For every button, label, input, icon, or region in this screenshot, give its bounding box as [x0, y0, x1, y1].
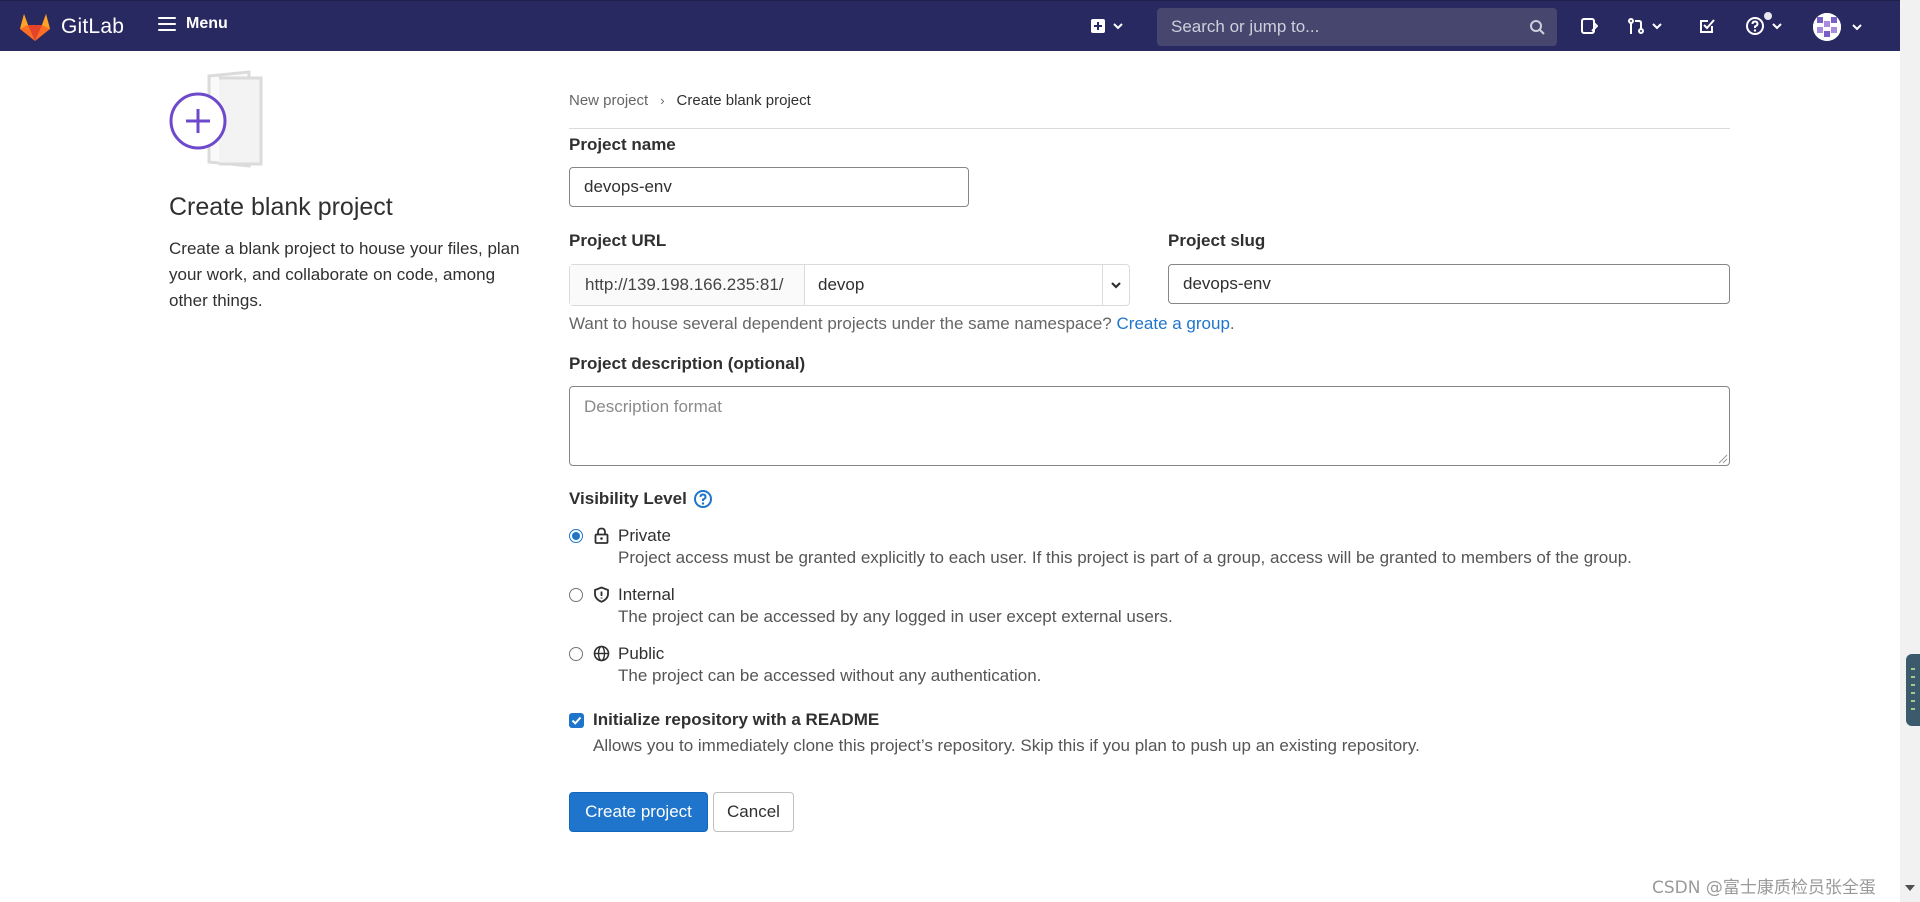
readme-checkbox[interactable]: [569, 713, 584, 728]
notification-dot: [1764, 12, 1772, 20]
private-description: Project access must be granted explicitl…: [618, 548, 1632, 567]
todos-button[interactable]: [1698, 15, 1716, 37]
issues-button[interactable]: [1580, 15, 1598, 37]
readme-title: Initialize repository with a README: [593, 710, 880, 729]
question-circle-icon[interactable]: [693, 489, 713, 509]
chevron-down-icon: [1852, 24, 1862, 31]
merge-requests-button[interactable]: [1627, 15, 1663, 37]
blank-project-illustration: [169, 70, 263, 168]
scroll-down-arrow-icon[interactable]: [1905, 885, 1915, 891]
help-prefix: Want to house several dependent projects…: [569, 314, 1112, 333]
menu-button[interactable]: Menu: [158, 15, 228, 33]
project-name-label: Project name: [569, 135, 676, 154]
internal-title: Internal: [618, 585, 675, 604]
shield-icon: [594, 586, 609, 603]
create-project-button[interactable]: Create project: [569, 792, 708, 832]
readme-description: Allows you to immediately clone this pro…: [593, 736, 1420, 755]
breadcrumb-current: Create blank project: [676, 92, 811, 109]
private-radio[interactable]: [569, 529, 583, 543]
page-title: Create blank project: [169, 193, 393, 221]
issues-icon: [1581, 18, 1598, 34]
page-description: Create a blank project to house your fil…: [169, 239, 520, 310]
initialize-readme-option[interactable]: Initialize repository with a README Allo…: [569, 710, 1420, 756]
hamburger-icon: [158, 17, 176, 31]
visibility-option-public[interactable]: Public The project can be accessed witho…: [569, 644, 1041, 686]
public-description: The project can be accessed without any …: [618, 666, 1042, 685]
menu-label: Menu: [186, 15, 228, 32]
gitlab-logo[interactable]: [18, 10, 52, 42]
user-menu-button[interactable]: [1813, 13, 1863, 41]
internal-description: The project can be accessed by any logge…: [618, 607, 1173, 626]
project-slug-input[interactable]: [1168, 264, 1730, 304]
resize-grip-icon[interactable]: [1718, 454, 1728, 464]
new-dropdown-button[interactable]: [1090, 15, 1124, 37]
private-title: Private: [618, 526, 671, 545]
breadcrumb-new-project[interactable]: New project: [569, 92, 648, 109]
breadcrumb: New project › Create blank project: [569, 92, 811, 109]
chevron-down-icon: [1652, 23, 1662, 30]
todo-check-icon: [1700, 19, 1715, 33]
checkmark-icon: [571, 716, 582, 725]
globe-icon: [593, 645, 610, 662]
project-url-group: http://139.198.166.235:81/ devop: [569, 264, 1130, 306]
namespace-help-text: Want to house several dependent projects…: [569, 314, 1235, 334]
project-description-textarea[interactable]: [569, 386, 1730, 466]
internal-radio[interactable]: [569, 588, 583, 602]
plus-square-icon: [1091, 19, 1105, 33]
namespace-select[interactable]: devop: [805, 265, 1103, 305]
url-prefix: http://139.198.166.235:81/: [570, 265, 805, 305]
project-description-label: Project description (optional): [569, 354, 806, 373]
chevron-down-icon: [1111, 282, 1121, 289]
namespace-dropdown-toggle[interactable]: [1103, 265, 1129, 305]
help-suffix: .: [1229, 314, 1235, 333]
chevron-down-icon: [1772, 23, 1782, 30]
create-group-link[interactable]: Create a group: [1117, 314, 1230, 333]
project-url-label: Project URL: [569, 231, 667, 250]
page-scrollbar[interactable]: [1900, 0, 1920, 902]
lock-icon: [594, 527, 609, 544]
visibility-option-internal[interactable]: Internal The project can be accessed by …: [569, 585, 1173, 627]
project-slug-label: Project slug: [1168, 231, 1266, 250]
brand-name[interactable]: GitLab: [61, 15, 124, 39]
visibility-option-private[interactable]: Private Project access must be granted e…: [569, 526, 1632, 568]
search-icon: [1530, 20, 1545, 35]
search-box[interactable]: [1157, 8, 1557, 46]
user-avatar: [1813, 13, 1841, 41]
watermark: CSDN @富士康质检员张全蛋: [1652, 878, 1876, 898]
breadcrumb-divider: [569, 128, 1730, 129]
merge-request-icon: [1628, 18, 1644, 34]
help-icon: [1746, 17, 1764, 35]
side-widget-tab[interactable]: [1906, 654, 1920, 726]
project-name-input[interactable]: [569, 167, 969, 207]
cancel-button[interactable]: Cancel: [713, 792, 794, 832]
breadcrumb-separator: ›: [660, 93, 665, 108]
chevron-down-icon: [1113, 23, 1123, 30]
public-radio[interactable]: [569, 647, 583, 661]
visibility-label-text: Visibility Level: [569, 489, 687, 508]
public-title: Public: [618, 644, 665, 663]
top-navbar: GitLab Menu: [0, 0, 1900, 51]
search-input[interactable]: [1169, 16, 1529, 38]
visibility-level-label: Visibility Level: [569, 489, 713, 509]
